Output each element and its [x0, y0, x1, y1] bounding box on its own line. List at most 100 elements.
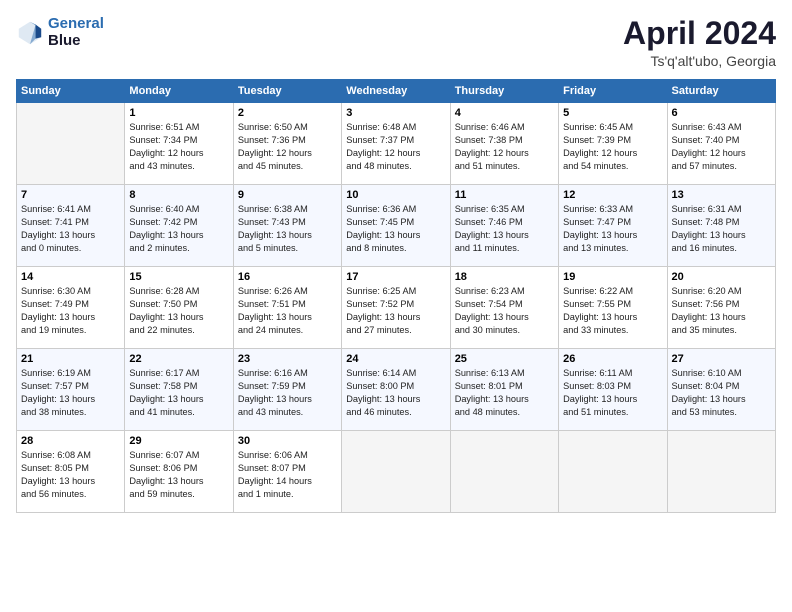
logo-blue: Blue: [48, 33, 104, 50]
calendar-week-2: 7Sunrise: 6:41 AM Sunset: 7:41 PM Daylig…: [17, 185, 776, 267]
day-info: Sunrise: 6:33 AM Sunset: 7:47 PM Dayligh…: [563, 203, 662, 255]
calendar-cell: [667, 431, 775, 513]
day-number: 2: [238, 107, 337, 119]
calendar-cell: 14 Sunrise: 6:30 AM Sunset: 7:49 PM Dayli…: [17, 267, 125, 349]
calendar-cell: 3 Sunrise: 6:48 AM Sunset: 7:37 PM Daylig…: [342, 103, 450, 185]
logo: General Blue: [16, 16, 104, 49]
calendar-cell: 13 Sunrise: 6:31 AM Sunset: 7:48 PM Dayli…: [667, 185, 775, 267]
calendar-cell: 2 Sunrise: 6:50 AM Sunset: 7:36 PM Daylig…: [233, 103, 341, 185]
day-info: Sunrise: 6:40 AM Sunset: 7:42 PM Dayligh…: [129, 203, 228, 255]
day-info: Sunrise: 6:07 AM Sunset: 8:06 PM Dayligh…: [129, 449, 228, 501]
calendar-cell: 7Sunrise: 6:41 AM Sunset: 7:41 PM Daylig…: [17, 185, 125, 267]
day-number: 20: [672, 271, 771, 283]
day-info: Sunrise: 6:35 AM Sunset: 7:46 PM Dayligh…: [455, 203, 554, 255]
calendar-cell: [342, 431, 450, 513]
day-info: Sunrise: 6:46 AM Sunset: 7:38 PM Dayligh…: [455, 121, 554, 173]
calendar-cell: 16Sunrise: 6:26 AM Sunset: 7:51 PM Dayli…: [233, 267, 341, 349]
day-number: 28: [21, 435, 120, 447]
day-number: 7: [21, 189, 120, 201]
calendar-cell: 8 Sunrise: 6:40 AM Sunset: 7:42 PM Daylig…: [125, 185, 233, 267]
calendar-cell: 22 Sunrise: 6:17 AM Sunset: 7:58 PM Dayli…: [125, 349, 233, 431]
day-info: Sunrise: 6:28 AM Sunset: 7:50 PM Dayligh…: [129, 285, 228, 337]
calendar-cell: 18 Sunrise: 6:23 AM Sunset: 7:54 PM Dayli…: [450, 267, 558, 349]
day-info: Sunrise: 6:06 AM Sunset: 8:07 PM Dayligh…: [238, 449, 337, 501]
day-number: 25: [455, 353, 554, 365]
day-number: 8: [129, 189, 228, 201]
calendar-week-3: 14 Sunrise: 6:30 AM Sunset: 7:49 PM Dayli…: [17, 267, 776, 349]
day-number: 9: [238, 189, 337, 201]
calendar-cell: 24 Sunrise: 6:14 AM Sunset: 8:00 PM Dayli…: [342, 349, 450, 431]
calendar-cell: 9 Sunrise: 6:38 AM Sunset: 7:43 PM Daylig…: [233, 185, 341, 267]
day-number: 10: [346, 189, 445, 201]
day-info: Sunrise: 6:48 AM Sunset: 7:37 PM Dayligh…: [346, 121, 445, 173]
day-info: Sunrise: 6:11 AM Sunset: 8:03 PM Dayligh…: [563, 367, 662, 419]
logo-icon: [16, 19, 44, 47]
header: General Blue April 2024 Ts'q'alt'ubo, Ge…: [16, 16, 776, 69]
calendar-cell: 21 Sunrise: 6:19 AM Sunset: 7:57 PM Dayli…: [17, 349, 125, 431]
calendar-table: SundayMondayTuesdayWednesdayThursdayFrid…: [16, 79, 776, 513]
day-info: Sunrise: 6:31 AM Sunset: 7:48 PM Dayligh…: [672, 203, 771, 255]
day-info: Sunrise: 6:10 AM Sunset: 8:04 PM Dayligh…: [672, 367, 771, 419]
day-number: 18: [455, 271, 554, 283]
day-header-friday: Friday: [559, 80, 667, 103]
day-number: 3: [346, 107, 445, 119]
calendar-cell: 1Sunrise: 6:51 AM Sunset: 7:34 PM Daylig…: [125, 103, 233, 185]
calendar-week-4: 21 Sunrise: 6:19 AM Sunset: 7:57 PM Dayli…: [17, 349, 776, 431]
calendar-cell: [450, 431, 558, 513]
calendar-cell: 27 Sunrise: 6:10 AM Sunset: 8:04 PM Dayli…: [667, 349, 775, 431]
calendar-cell: 6 Sunrise: 6:43 AM Sunset: 7:40 PM Daylig…: [667, 103, 775, 185]
calendar-cell: 15 Sunrise: 6:28 AM Sunset: 7:50 PM Dayli…: [125, 267, 233, 349]
day-number: 12: [563, 189, 662, 201]
day-number: 11: [455, 189, 554, 201]
day-number: 13: [672, 189, 771, 201]
calendar-cell: [17, 103, 125, 185]
day-info: Sunrise: 6:20 AM Sunset: 7:56 PM Dayligh…: [672, 285, 771, 337]
day-info: Sunrise: 6:38 AM Sunset: 7:43 PM Dayligh…: [238, 203, 337, 255]
day-number: 1: [129, 107, 228, 119]
calendar-cell: 4 Sunrise: 6:46 AM Sunset: 7:38 PM Daylig…: [450, 103, 558, 185]
day-info: Sunrise: 6:43 AM Sunset: 7:40 PM Dayligh…: [672, 121, 771, 173]
calendar-cell: 11 Sunrise: 6:35 AM Sunset: 7:46 PM Dayli…: [450, 185, 558, 267]
day-info: Sunrise: 6:50 AM Sunset: 7:36 PM Dayligh…: [238, 121, 337, 173]
day-info: Sunrise: 6:36 AM Sunset: 7:45 PM Dayligh…: [346, 203, 445, 255]
calendar-header-row: SundayMondayTuesdayWednesdayThursdayFrid…: [17, 80, 776, 103]
day-info: Sunrise: 6:22 AM Sunset: 7:55 PM Dayligh…: [563, 285, 662, 337]
day-number: 24: [346, 353, 445, 365]
day-info: Sunrise: 6:08 AM Sunset: 8:05 PM Dayligh…: [21, 449, 120, 501]
day-number: 23: [238, 353, 337, 365]
day-number: 21: [21, 353, 120, 365]
day-header-thursday: Thursday: [450, 80, 558, 103]
day-number: 27: [672, 353, 771, 365]
day-number: 29: [129, 435, 228, 447]
location-subtitle: Ts'q'alt'ubo, Georgia: [623, 53, 776, 69]
calendar-cell: 29 Sunrise: 6:07 AM Sunset: 8:06 PM Dayli…: [125, 431, 233, 513]
day-info: Sunrise: 6:25 AM Sunset: 7:52 PM Dayligh…: [346, 285, 445, 337]
calendar-cell: 25 Sunrise: 6:13 AM Sunset: 8:01 PM Dayli…: [450, 349, 558, 431]
day-info: Sunrise: 6:30 AM Sunset: 7:49 PM Dayligh…: [21, 285, 120, 337]
day-info: Sunrise: 6:45 AM Sunset: 7:39 PM Dayligh…: [563, 121, 662, 173]
day-header-monday: Monday: [125, 80, 233, 103]
day-info: Sunrise: 6:14 AM Sunset: 8:00 PM Dayligh…: [346, 367, 445, 419]
day-number: 17: [346, 271, 445, 283]
day-info: Sunrise: 6:17 AM Sunset: 7:58 PM Dayligh…: [129, 367, 228, 419]
day-number: 6: [672, 107, 771, 119]
day-number: 14: [21, 271, 120, 283]
logo-general: General: [48, 15, 104, 32]
day-number: 22: [129, 353, 228, 365]
day-number: 5: [563, 107, 662, 119]
day-info: Sunrise: 6:13 AM Sunset: 8:01 PM Dayligh…: [455, 367, 554, 419]
calendar-cell: 23Sunrise: 6:16 AM Sunset: 7:59 PM Dayli…: [233, 349, 341, 431]
day-number: 30: [238, 435, 337, 447]
calendar-cell: 26 Sunrise: 6:11 AM Sunset: 8:03 PM Dayli…: [559, 349, 667, 431]
calendar-cell: 12 Sunrise: 6:33 AM Sunset: 7:47 PM Dayli…: [559, 185, 667, 267]
day-number: 26: [563, 353, 662, 365]
calendar-cell: 5 Sunrise: 6:45 AM Sunset: 7:39 PM Daylig…: [559, 103, 667, 185]
day-number: 15: [129, 271, 228, 283]
logo-text: General Blue: [48, 16, 104, 49]
month-title: April 2024: [623, 16, 776, 51]
day-number: 4: [455, 107, 554, 119]
day-info: Sunrise: 6:19 AM Sunset: 7:57 PM Dayligh…: [21, 367, 120, 419]
calendar-cell: 30 Sunrise: 6:06 AM Sunset: 8:07 PM Dayli…: [233, 431, 341, 513]
day-info: Sunrise: 6:23 AM Sunset: 7:54 PM Dayligh…: [455, 285, 554, 337]
calendar-cell: 20 Sunrise: 6:20 AM Sunset: 7:56 PM Dayli…: [667, 267, 775, 349]
